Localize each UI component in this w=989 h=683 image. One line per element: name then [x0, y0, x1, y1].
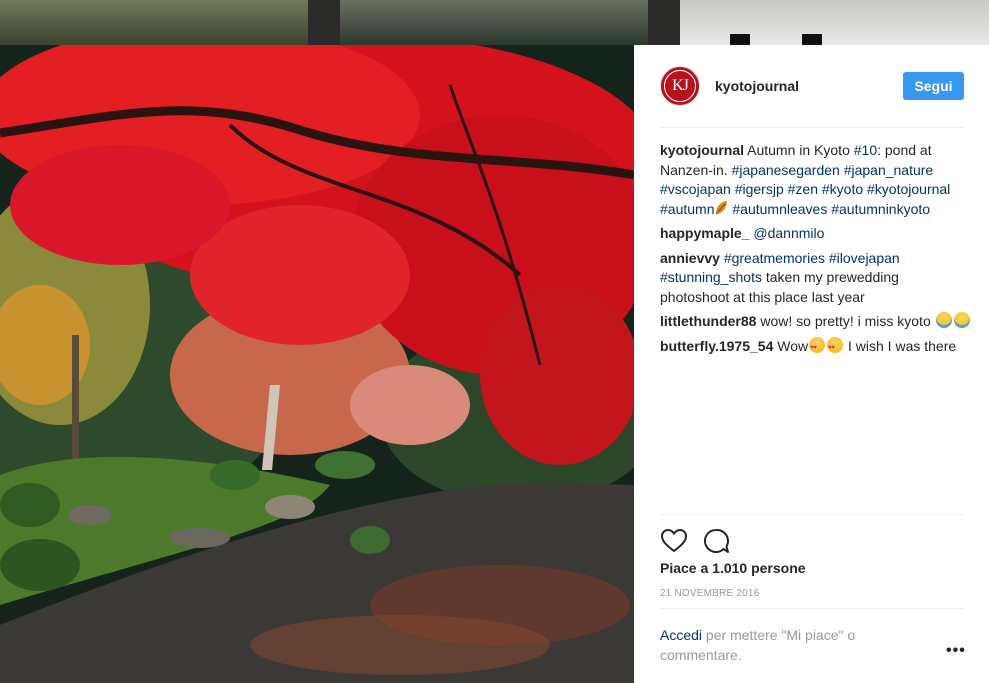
feed-thumbnail[interactable] — [340, 0, 648, 45]
caption: kyotojournal Autumn in Kyoto #10: pond a… — [660, 142, 951, 217]
autumn-garden-image — [0, 45, 634, 683]
likes-count[interactable]: Piace a 1.010 persone — [660, 560, 806, 576]
crying-emoji-icon — [953, 312, 970, 328]
hashtag[interactable]: #10 — [854, 142, 877, 158]
login-prompt: Accedi per mettere "Mi piace" o commenta… — [660, 627, 856, 663]
comment-username[interactable]: littlethunder88 — [660, 313, 756, 329]
login-link[interactable]: Accedi — [660, 627, 702, 643]
heart-eyes-emoji-icon — [809, 336, 826, 358]
avatar[interactable]: KJ — [660, 66, 700, 106]
heart-eyes-emoji-icon — [827, 336, 844, 358]
divider — [660, 127, 964, 128]
comment-username[interactable]: happymaple_ — [660, 225, 749, 241]
caption-username[interactable]: kyotojournal — [660, 142, 744, 158]
comments-list: kyotojournal Autumn in Kyoto #10: pond a… — [660, 141, 972, 361]
hashtags[interactable]: #autumnleaves #autumninkyoto — [728, 201, 930, 217]
divider — [660, 608, 964, 609]
post-date[interactable]: 21 NOVEMBRE 2016 — [660, 588, 759, 599]
comment: annievvy #greatmemories #ilovejapan #stu… — [660, 249, 900, 305]
more-options-icon[interactable]: ••• — [946, 642, 966, 660]
comment-username[interactable]: annievvy — [660, 250, 720, 266]
post-side-panel: KJ kyotojournal Segui kyotojournal Autum… — [634, 45, 989, 683]
comment: littlethunder88 wow! so pretty! i miss k… — [660, 312, 972, 332]
comment-icon[interactable] — [702, 527, 730, 555]
heart-icon[interactable] — [660, 527, 688, 555]
divider — [660, 514, 964, 515]
avatar-logo: KJ — [664, 70, 696, 102]
crying-emoji-icon — [935, 312, 952, 328]
background-feed — [0, 0, 989, 45]
fallen-leaf-icon — [716, 200, 728, 214]
post-header: KJ kyotojournal Segui — [634, 45, 989, 127]
comment: butterfly.1975_54 Wow I wish I was there — [660, 336, 972, 358]
comment: happymaple_ @dannmilo — [660, 224, 972, 244]
username[interactable]: kyotojournal — [715, 78, 799, 94]
feed-thumbnail[interactable] — [680, 0, 989, 45]
feed-thumbnail[interactable] — [0, 0, 308, 45]
follow-button[interactable]: Segui — [903, 72, 964, 100]
mention[interactable]: @dannmilo — [749, 225, 824, 241]
post-photo[interactable] — [0, 45, 634, 683]
comment-username[interactable]: butterfly.1975_54 — [660, 338, 773, 354]
